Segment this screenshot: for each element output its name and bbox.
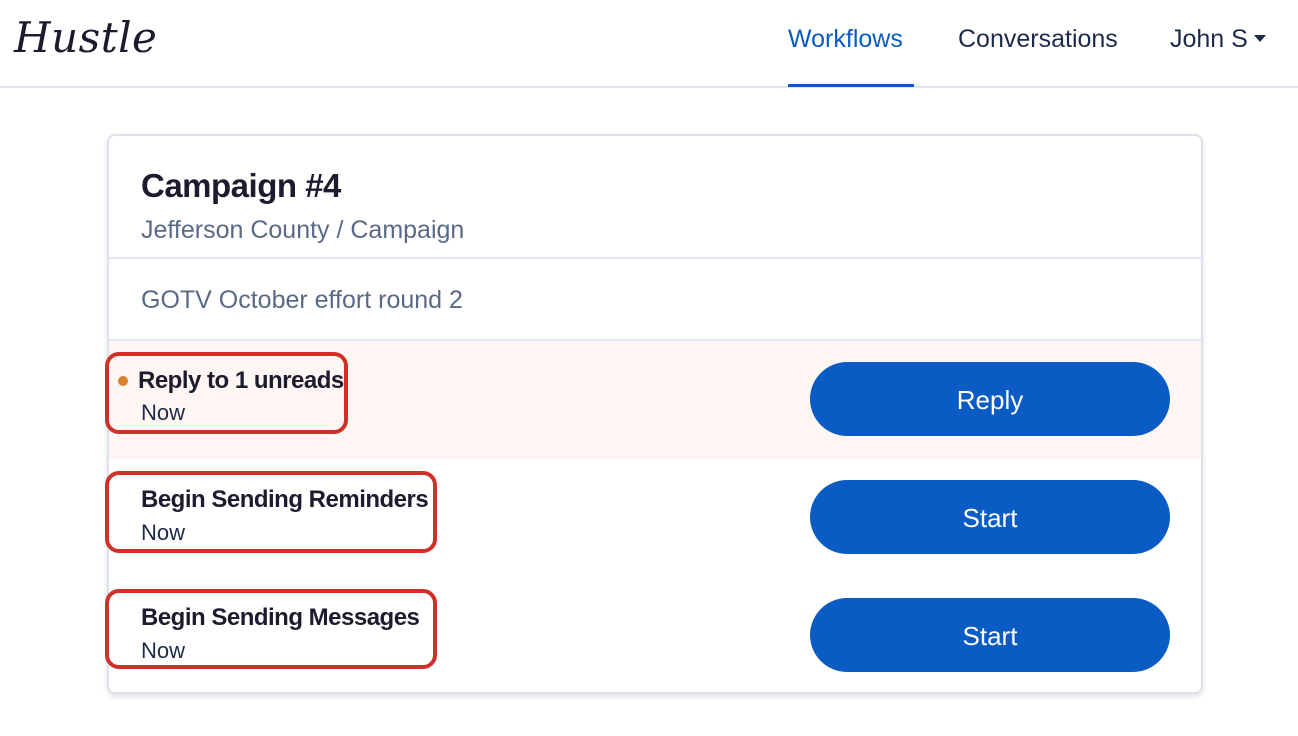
campaign-description: GOTV October effort round 2 xyxy=(141,286,463,314)
highlight-box xyxy=(105,471,437,553)
divider xyxy=(109,257,1201,259)
start-messages-button[interactable]: Start xyxy=(810,598,1170,672)
campaign-title: Campaign #4 xyxy=(141,167,341,204)
app-logo[interactable]: Hustle xyxy=(14,12,157,64)
reply-button[interactable]: Reply xyxy=(810,362,1170,436)
user-menu[interactable]: John S xyxy=(1170,22,1266,56)
top-navbar: Hustle Workflows Conversations John S xyxy=(0,0,1298,88)
highlight-box xyxy=(105,589,437,669)
user-name: John S xyxy=(1170,25,1248,53)
highlight-box xyxy=(105,352,348,434)
nav-workflows[interactable]: Workflows xyxy=(788,22,903,56)
start-reminders-button[interactable]: Start xyxy=(810,480,1170,554)
nav-active-indicator xyxy=(788,84,914,87)
campaign-breadcrumb: Jefferson County / Campaign xyxy=(141,216,465,244)
nav-conversations[interactable]: Conversations xyxy=(958,22,1118,56)
caret-down-icon xyxy=(1253,35,1266,43)
